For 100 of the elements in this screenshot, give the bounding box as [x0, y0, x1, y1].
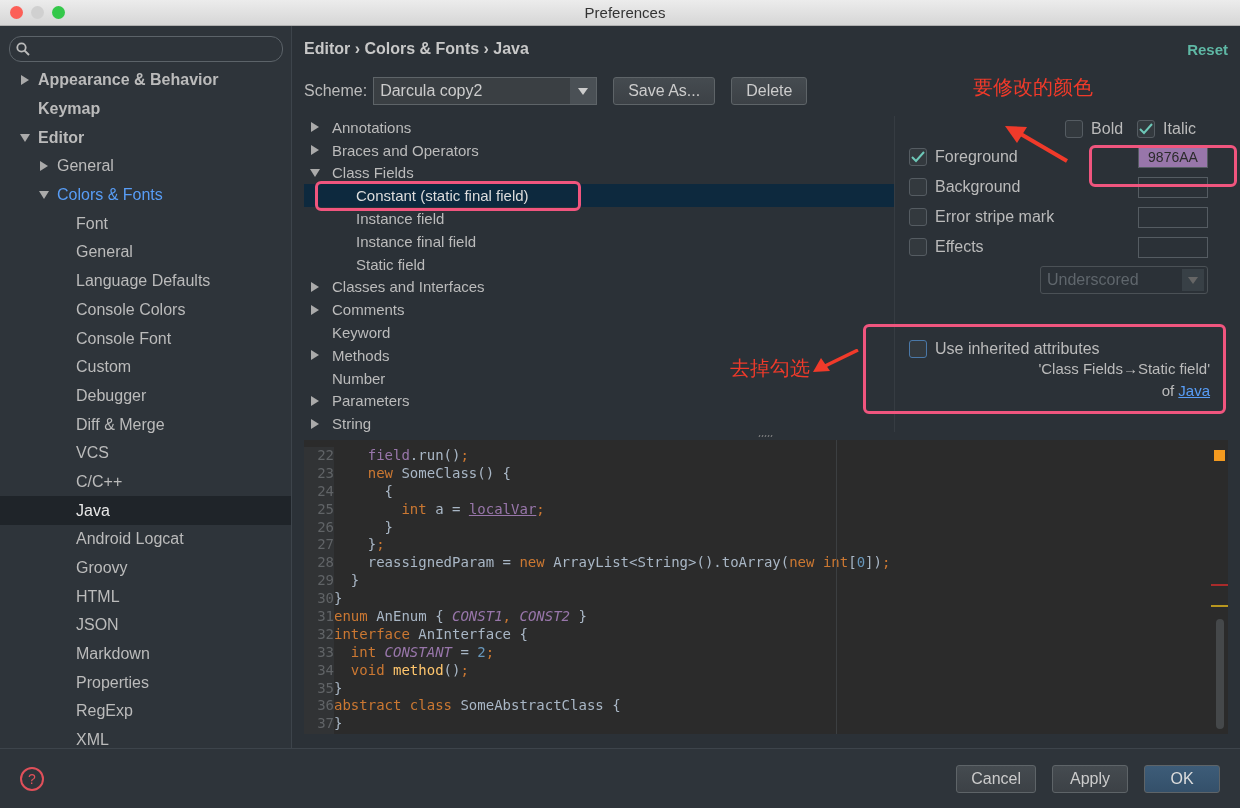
expanded-arrow-icon[interactable] [20, 132, 30, 143]
attribute-item[interactable]: Annotations [304, 116, 420, 139]
sidebar-item[interactable]: Console Font [0, 324, 291, 353]
attribute-item[interactable]: Parameters [304, 389, 418, 413]
splitter-grip-icon[interactable] [758, 434, 774, 438]
collapsed-arrow-icon[interactable] [310, 122, 320, 133]
sidebar-item[interactable]: Android Logcat [0, 525, 291, 554]
checkbox-label: Foreground [935, 148, 1018, 166]
attribute-item[interactable]: Instance final field [304, 230, 485, 253]
sidebar-item[interactable]: HTML [0, 582, 291, 612]
scheme-button[interactable]: Delete [731, 77, 808, 105]
collapsed-arrow-icon[interactable] [310, 281, 320, 292]
color-field[interactable] [1138, 176, 1208, 198]
attribute-item[interactable]: Instance field [304, 207, 453, 230]
sidebar-item[interactable]: RegExp [0, 697, 291, 726]
warning-stripe-mark [1211, 605, 1228, 607]
checkbox-label: Bold [1091, 120, 1124, 138]
dropdown-arrow-icon [1188, 276, 1198, 284]
sidebar-item[interactable]: General [0, 152, 291, 181]
attribute-item[interactable]: Number [304, 366, 394, 390]
scheme-dropdown[interactable]: Darcula copy2 [373, 77, 598, 105]
java-link[interactable]: Java [1178, 382, 1210, 399]
checkbox[interactable] [909, 208, 927, 226]
checkbox-label: Error stripe mark [935, 208, 1055, 226]
sidebar-item[interactable]: Keymap [0, 94, 291, 124]
code-line: field.run(); [366, 447, 470, 465]
inherited-source: 'Class Fields→Static field' [1037, 359, 1210, 379]
color-field[interactable]: 9876AA [1138, 146, 1208, 168]
checkbox-label: Effects [935, 238, 984, 256]
sidebar-item[interactable]: Java [0, 496, 291, 525]
sidebar-item[interactable]: Properties [0, 668, 291, 698]
code-line: int a = localVar; [400, 500, 546, 519]
collapsed-arrow-icon[interactable] [20, 75, 30, 86]
warning-marker-icon [1214, 450, 1225, 461]
sidebar-item[interactable]: Custom [0, 352, 291, 382]
checkbox[interactable] [909, 148, 927, 166]
search-field[interactable] [9, 36, 283, 62]
attribute-item[interactable]: Keyword [304, 321, 399, 344]
scheme-button[interactable]: Save As... [613, 77, 716, 105]
attribute-item[interactable]: Classes and Interfaces [304, 275, 493, 299]
code-line: interface AnInterface { [334, 625, 529, 644]
sidebar-item[interactable]: Appearance & Behavior [0, 66, 291, 95]
error-stripe-mark [1211, 584, 1228, 586]
code-line: enum AnEnum { CONST1, CONST2 } [334, 608, 588, 626]
checkbox[interactable] [1137, 120, 1156, 138]
sidebar-item[interactable]: Groovy [0, 553, 291, 583]
collapsed-arrow-icon[interactable] [39, 161, 49, 172]
attribute-item[interactable]: Constant (static final field) [304, 184, 894, 208]
collapsed-arrow-icon[interactable] [310, 350, 320, 361]
sidebar-item[interactable]: General [0, 238, 291, 267]
checkbox[interactable] [909, 178, 927, 196]
dialog-button[interactable]: Cancel [956, 764, 1036, 793]
sidebar-item[interactable]: Font [0, 209, 291, 239]
color-field[interactable] [1138, 236, 1208, 258]
sidebar-item[interactable]: XML [0, 725, 291, 748]
breadcrumb: Editor › Colors & Fonts › Java [304, 40, 529, 58]
sidebar-item[interactable]: C/C++ [0, 467, 291, 497]
reset-link[interactable]: Reset [1187, 40, 1228, 58]
sidebar-item[interactable]: Language Defaults [0, 266, 291, 296]
code-line: } [383, 518, 394, 537]
sidebar-item[interactable]: Debugger [0, 381, 291, 411]
annotation-text: 要修改的颜色 [973, 74, 1093, 101]
code-line: abstract class SomeAbstractClass { [334, 697, 622, 716]
code-line: } [349, 572, 361, 591]
attribute-item[interactable]: Class Fields [304, 161, 422, 185]
collapsed-arrow-icon[interactable] [310, 418, 320, 429]
sidebar-item[interactable]: Markdown [0, 639, 291, 669]
sidebar-item[interactable]: Console Colors [0, 295, 291, 325]
help-button[interactable]: ? [20, 766, 44, 791]
checkbox[interactable] [909, 238, 927, 256]
sidebar-item[interactable]: Diff & Merge [0, 410, 291, 439]
collapsed-arrow-icon[interactable] [310, 145, 320, 156]
expanded-arrow-icon[interactable] [39, 190, 49, 201]
code-line: void method(); [349, 661, 470, 680]
color-field[interactable] [1138, 206, 1208, 228]
attribute-item[interactable]: Static field [304, 252, 434, 276]
checkbox-label: Italic [1163, 120, 1196, 138]
annotation-text: 去掉勾选 [730, 355, 810, 382]
of-label: of [1161, 382, 1175, 399]
attribute-item[interactable]: Comments [304, 298, 413, 322]
dropdown-arrow-icon [578, 87, 589, 95]
sidebar-item[interactable]: JSON [0, 611, 291, 640]
attribute-item[interactable]: Methods [304, 343, 398, 367]
checkbox[interactable] [1065, 120, 1084, 138]
collapsed-arrow-icon[interactable] [310, 304, 320, 315]
checkbox[interactable] [909, 340, 927, 358]
dialog-button[interactable]: Apply [1052, 764, 1128, 793]
code-line: }; [366, 536, 386, 555]
code-line: int CONSTANT = 2; [349, 643, 496, 662]
attribute-item[interactable]: String [304, 412, 380, 436]
scrollbar-thumb[interactable] [1216, 619, 1224, 729]
sidebar-item[interactable]: Colors & Fonts [0, 180, 291, 210]
sidebar-item[interactable]: Editor [0, 123, 291, 153]
attribute-item[interactable]: Braces and Operators [304, 138, 487, 162]
sidebar-item[interactable]: VCS [0, 438, 291, 468]
expanded-arrow-icon[interactable] [310, 168, 320, 178]
collapsed-arrow-icon[interactable] [310, 395, 320, 406]
dialog-button[interactable]: OK [1144, 764, 1220, 793]
scheme-label: Scheme: [304, 82, 368, 100]
code-line: new SomeClass() { [366, 464, 513, 483]
